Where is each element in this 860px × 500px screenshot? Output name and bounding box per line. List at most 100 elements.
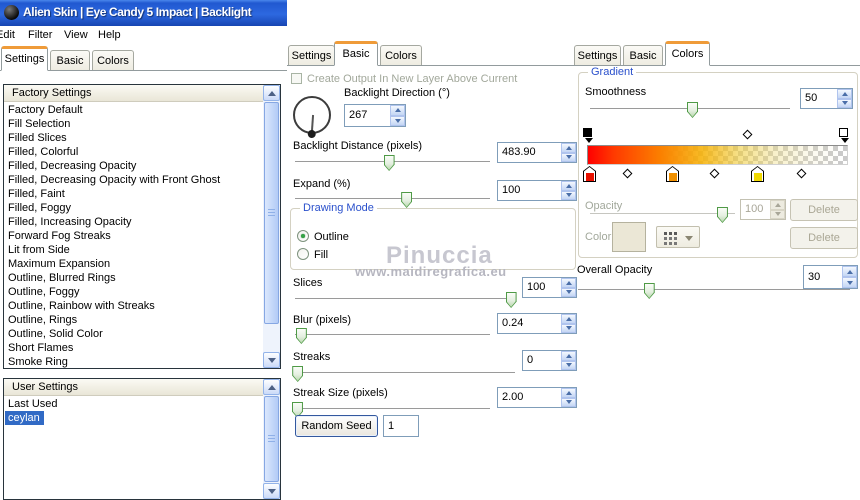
left-tab-colors[interactable]: Colors xyxy=(92,50,134,70)
spin-down-button[interactable] xyxy=(837,98,852,108)
left-tab-settings[interactable]: Settings xyxy=(1,46,48,71)
middle-tab-colors[interactable]: Colors xyxy=(380,45,422,65)
list-item[interactable]: Filled, Increasing Opacity xyxy=(5,215,136,229)
spin-down-button[interactable] xyxy=(561,152,576,162)
list-item[interactable]: Filled Slices xyxy=(5,131,71,145)
factory-scrollbar[interactable] xyxy=(263,85,280,368)
spin-up-button[interactable] xyxy=(837,89,852,99)
right-tab-basic[interactable]: Basic xyxy=(623,45,663,65)
gradient-bar[interactable] xyxy=(587,145,848,165)
stop-opacity-slider[interactable] xyxy=(590,207,735,223)
list-item[interactable]: Outline, Blurred Rings xyxy=(5,271,120,285)
smoothness-spinbox[interactable]: 50 xyxy=(800,88,853,109)
slider-thumb[interactable] xyxy=(643,283,655,299)
slices-value[interactable]: 100 xyxy=(523,278,561,297)
menu-edit[interactable]: Edit xyxy=(0,29,15,41)
list-item[interactable]: Factory Default xyxy=(5,103,87,117)
direction-dial[interactable] xyxy=(293,96,331,139)
spin-up-button[interactable] xyxy=(561,143,576,153)
spin-down-button[interactable] xyxy=(842,277,857,288)
outline-radio[interactable] xyxy=(297,230,309,242)
direction-value[interactable]: 267 xyxy=(345,105,390,126)
slider-thumb[interactable] xyxy=(292,366,304,382)
smoothness-slider[interactable] xyxy=(590,102,790,118)
list-item[interactable]: Fill Selection xyxy=(5,117,74,131)
expand-slider[interactable] xyxy=(295,192,490,208)
streak-size-slider[interactable] xyxy=(291,402,490,418)
streaks-slider[interactable] xyxy=(292,366,515,382)
random-seed-button[interactable]: Random Seed xyxy=(295,415,378,437)
spin-down-button[interactable] xyxy=(561,397,576,407)
create-output-checkbox[interactable] xyxy=(291,73,302,84)
middle-tab-settings[interactable]: Settings xyxy=(288,45,335,65)
spin-down-button[interactable] xyxy=(390,115,405,126)
slider-thumb[interactable] xyxy=(401,192,413,208)
color-swatch[interactable] xyxy=(612,222,646,252)
list-item[interactable]: Outline, Foggy xyxy=(5,285,84,299)
list-item[interactable]: ceylan xyxy=(5,411,44,425)
scrollbar-thumb[interactable] xyxy=(264,396,279,482)
expand-spinbox[interactable]: 100 xyxy=(497,180,577,201)
list-item[interactable]: Filled, Colorful xyxy=(5,145,82,159)
blur-value[interactable]: 0.24 xyxy=(498,314,561,333)
streaks-spinbox[interactable]: 0 xyxy=(522,350,577,371)
spin-down-button[interactable] xyxy=(561,287,576,297)
slider-thumb[interactable] xyxy=(383,155,395,171)
backlight-distance-spinbox[interactable]: 483.90 xyxy=(497,142,577,163)
spin-up-button[interactable] xyxy=(561,388,576,398)
slider-thumb[interactable] xyxy=(295,328,307,344)
spin-up-button[interactable] xyxy=(561,351,576,361)
streak-size-spinbox[interactable]: 2.00 xyxy=(497,387,577,408)
list-item[interactable]: Smoke Ring xyxy=(5,355,72,368)
overall-opacity-value[interactable]: 30 xyxy=(804,266,842,288)
menu-help[interactable]: Help xyxy=(98,29,121,41)
spin-up-button[interactable] xyxy=(561,314,576,324)
scroll-up-button[interactable] xyxy=(263,85,280,101)
scroll-down-button[interactable] xyxy=(263,483,280,499)
right-tab-settings[interactable]: Settings xyxy=(574,45,621,65)
title-bar[interactable]: Alien Skin | Eye Candy 5 Impact | Backli… xyxy=(0,0,287,26)
list-item[interactable]: Outline, Rings xyxy=(5,313,81,327)
smoothness-value[interactable]: 50 xyxy=(801,89,837,108)
right-tab-colors[interactable]: Colors xyxy=(665,41,710,66)
list-item[interactable]: Outline, Rainbow with Streaks xyxy=(5,299,159,313)
list-item[interactable]: Maximum Expansion xyxy=(5,257,114,271)
menu-filter[interactable]: Filter xyxy=(28,29,52,41)
list-item[interactable]: Filled, Foggy xyxy=(5,201,75,215)
color-picker-dropdown[interactable] xyxy=(656,226,700,248)
opacity-stop-white[interactable] xyxy=(839,128,849,143)
list-item[interactable]: Filled, Decreasing Opacity xyxy=(5,159,140,173)
scrollbar-thumb[interactable] xyxy=(264,102,279,324)
list-item[interactable]: Short Flames xyxy=(5,341,77,355)
random-seed-field[interactable]: 1 xyxy=(383,415,419,437)
spin-down-button[interactable] xyxy=(561,323,576,333)
spin-up-button[interactable] xyxy=(561,278,576,288)
spin-up-button[interactable] xyxy=(390,105,405,116)
expand-value[interactable]: 100 xyxy=(498,181,561,200)
direction-spinbox[interactable]: 267 xyxy=(344,104,406,127)
blur-slider[interactable] xyxy=(295,328,490,344)
list-item[interactable]: Lit from Side xyxy=(5,243,74,257)
opacity-stop-black[interactable] xyxy=(583,128,593,143)
overall-opacity-slider[interactable] xyxy=(578,283,850,299)
left-tab-basic[interactable]: Basic xyxy=(50,50,90,70)
random-seed-value[interactable]: 1 xyxy=(384,416,418,436)
list-item[interactable]: Forward Fog Streaks xyxy=(5,229,115,243)
user-scrollbar[interactable] xyxy=(263,379,280,499)
list-item[interactable]: Last Used xyxy=(5,397,62,411)
overall-opacity-spinbox[interactable]: 30 xyxy=(803,265,858,289)
spin-up-button[interactable] xyxy=(561,181,576,191)
streak-size-value[interactable]: 2.00 xyxy=(498,388,561,407)
scroll-up-button[interactable] xyxy=(263,379,280,395)
streaks-value[interactable]: 0 xyxy=(523,351,561,370)
spin-down-button[interactable] xyxy=(561,190,576,200)
list-item[interactable]: Filled, Decreasing Opacity with Front Gh… xyxy=(5,173,224,187)
spin-down-button[interactable] xyxy=(561,360,576,370)
scroll-down-button[interactable] xyxy=(263,352,280,368)
spin-up-button[interactable] xyxy=(842,266,857,277)
slices-slider[interactable] xyxy=(295,292,517,308)
middle-tab-basic[interactable]: Basic xyxy=(334,41,378,66)
menu-view[interactable]: View xyxy=(64,29,88,41)
list-item[interactable]: Filled, Faint xyxy=(5,187,69,201)
backlight-distance-value[interactable]: 483.90 xyxy=(498,143,561,162)
